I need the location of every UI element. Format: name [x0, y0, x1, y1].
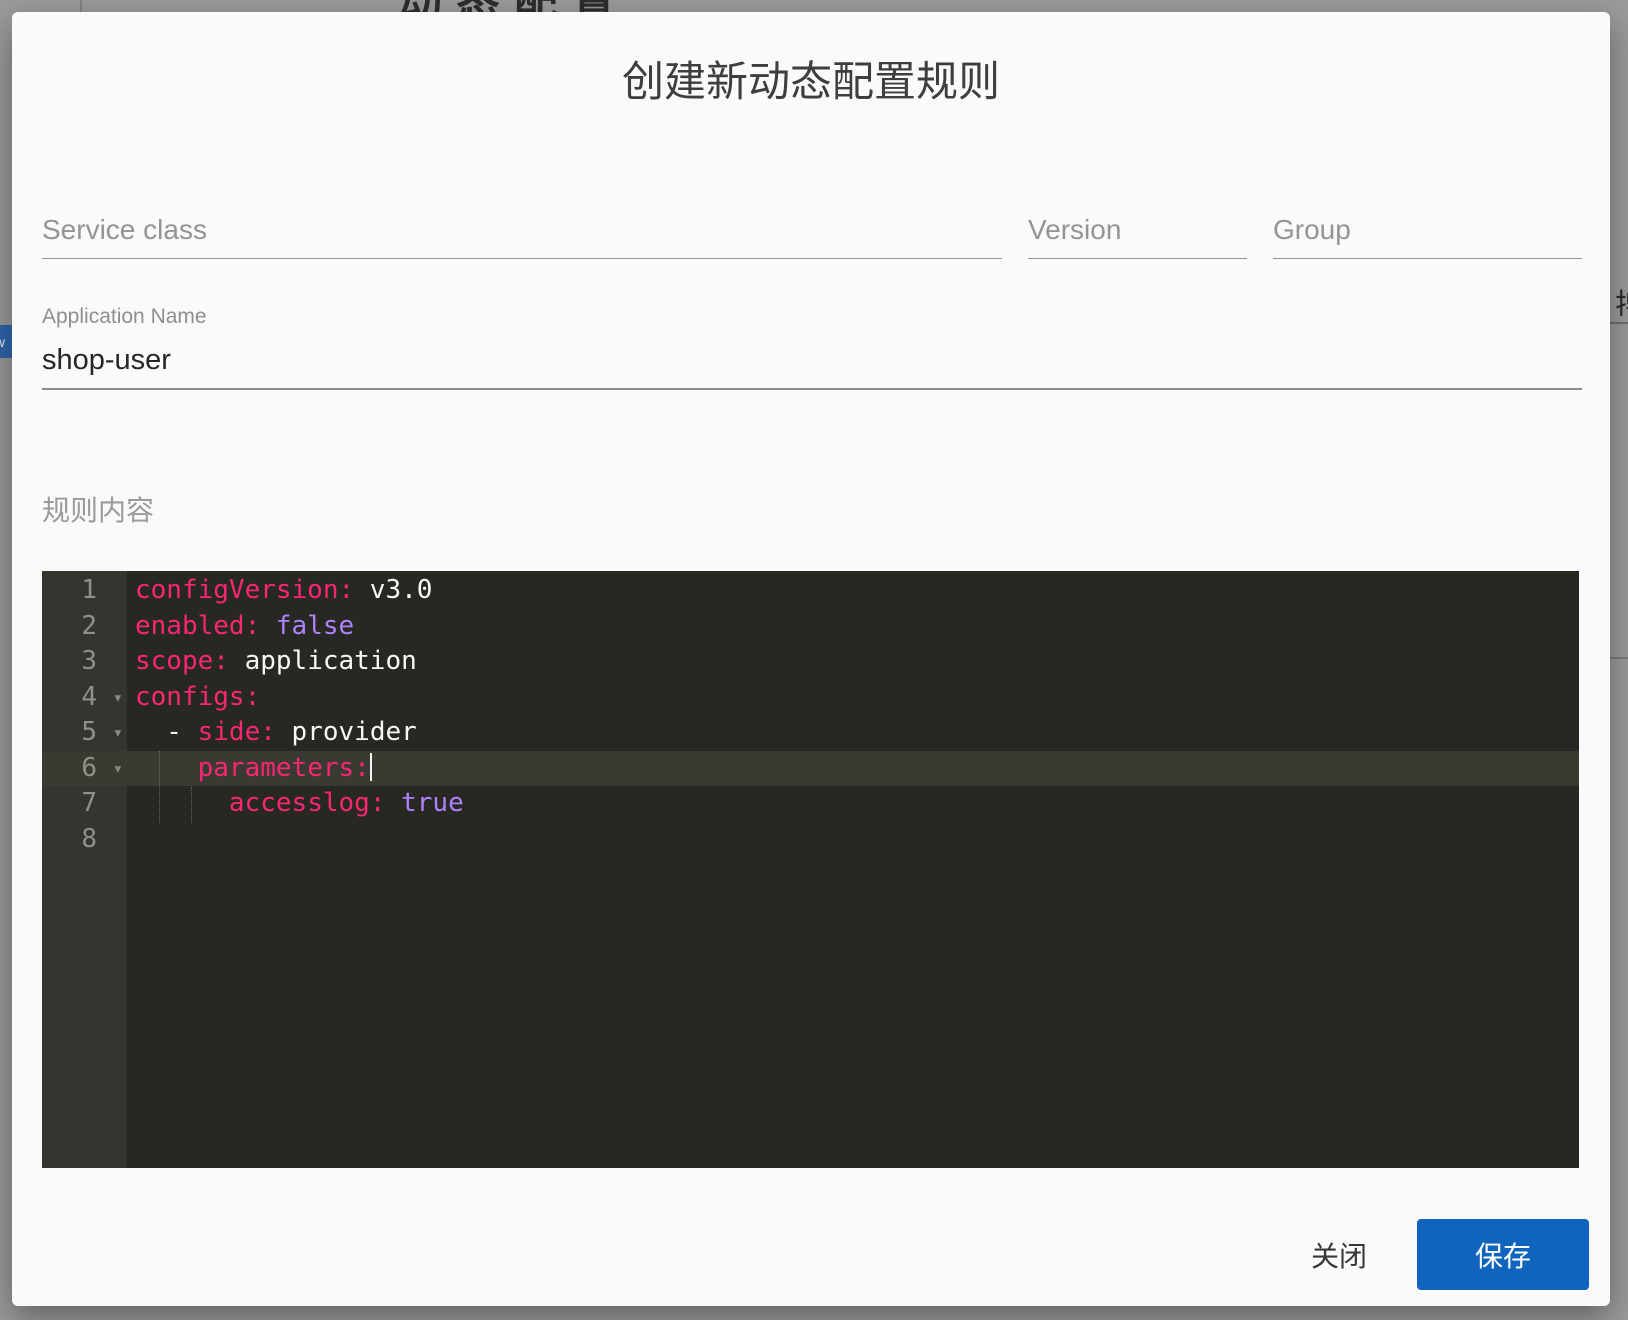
fold-arrow-icon[interactable]: ▾	[113, 681, 123, 717]
fold-arrow-icon[interactable]: ▾	[113, 752, 123, 788]
code-line-text: - side: provider	[127, 715, 417, 751]
application-name-input[interactable]	[42, 334, 1582, 387]
service-fields-row	[42, 202, 1582, 259]
code-line-text: configs:	[127, 680, 260, 716]
version-input[interactable]	[1028, 214, 1247, 258]
create-rule-dialog: 创建新动态配置规则 Application Name 规则内容 1 configV…	[12, 12, 1610, 1306]
code-editor-lines: 1 configVersion: v3.0 2 enabled: false 3 scop…	[42, 573, 1579, 857]
service-class-input[interactable]	[42, 214, 1002, 258]
background-right-text-fragment: 搜	[1615, 280, 1628, 316]
close-button[interactable]: 关闭	[1275, 1219, 1403, 1290]
code-line[interactable]: 5 ▾ - side: provider	[42, 715, 1579, 751]
code-line-text: scope: application	[127, 644, 417, 680]
code-token: false	[260, 610, 355, 641]
indent-guide	[159, 751, 160, 823]
code-line[interactable]: 6 ▾ parameters:	[42, 750, 1579, 787]
line-number: 5 ▾	[42, 715, 127, 751]
code-token: configs:	[135, 681, 261, 712]
code-token: scope:	[135, 646, 229, 676]
code-token: enabled:	[135, 610, 261, 641]
code-editor[interactable]: 1 configVersion: v3.0 2 enabled: false 3 scop…	[42, 571, 1579, 1168]
code-token: provider	[275, 717, 417, 747]
line-number: 1	[81, 575, 97, 605]
group-input[interactable]	[1273, 214, 1582, 258]
line-number: 8	[81, 823, 97, 854]
background-divider-line	[1610, 322, 1628, 324]
code-token: v3.0	[354, 575, 433, 605]
application-name-field	[42, 334, 1582, 390]
group-field	[1273, 202, 1582, 259]
save-button[interactable]: 保存	[1417, 1219, 1589, 1290]
rule-content-label: 规则内容	[42, 495, 155, 526]
code-token: parameters:	[197, 752, 370, 783]
code-line-text	[127, 822, 135, 858]
code-token: configVersion:	[135, 575, 355, 605]
line-number: 7	[81, 788, 97, 818]
fold-arrow-icon[interactable]: ▾	[113, 716, 123, 752]
code-line[interactable]: 3 scope: application	[42, 644, 1579, 680]
code-line[interactable]: 7 accesslog: true	[42, 786, 1579, 822]
code-token: accesslog:	[228, 788, 386, 818]
line-number: 4 ▾	[42, 680, 127, 716]
code-token: -	[135, 717, 198, 747]
dialog-title: 创建新动态配置规则	[621, 58, 1000, 105]
line-number: 3	[81, 646, 97, 676]
code-line[interactable]: 1 configVersion: v3.0	[42, 573, 1579, 609]
code-line-text: accesslog: true	[127, 786, 464, 822]
code-line-text: parameters:	[127, 751, 372, 787]
service-class-field	[42, 202, 1002, 259]
indent-guide	[191, 787, 192, 823]
background-divider-line	[1610, 657, 1628, 659]
line-number: 2	[81, 610, 97, 641]
code-line[interactable]: 8	[42, 822, 1579, 858]
line-number: 6 ▾	[42, 751, 127, 787]
code-line[interactable]: 4 ▾ configs:	[42, 680, 1579, 716]
code-token: true	[385, 788, 464, 818]
code-token: application	[228, 646, 417, 676]
code-line-text: enabled: false	[127, 609, 354, 645]
code-token: side:	[197, 717, 276, 747]
version-field	[1028, 202, 1247, 259]
dialog-actions: 关闭 保存	[1275, 1219, 1589, 1290]
text-cursor	[369, 752, 372, 781]
application-name-label: Application Name	[42, 305, 207, 328]
code-line-text: configVersion: v3.0	[127, 573, 432, 609]
code-line[interactable]: 2 enabled: false	[42, 609, 1579, 645]
